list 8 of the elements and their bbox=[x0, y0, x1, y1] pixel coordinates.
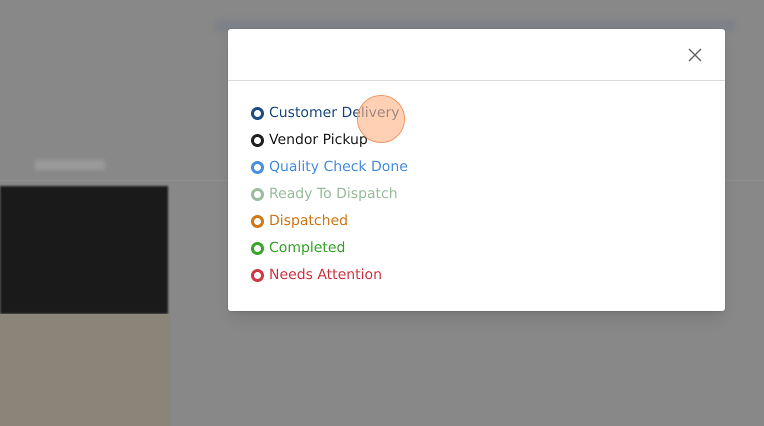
legend-label: Quality Check Done bbox=[269, 158, 408, 176]
close-icon bbox=[688, 48, 702, 62]
legend-label: Completed bbox=[269, 238, 346, 258]
legend-label: Dispatched bbox=[269, 212, 348, 230]
legend-label: Needs Attention bbox=[269, 266, 382, 284]
legend-label: Customer Delivery bbox=[269, 104, 400, 122]
legend-label: Vendor Pickup bbox=[269, 130, 368, 150]
legend-label: Ready To Dispatch bbox=[269, 184, 398, 204]
